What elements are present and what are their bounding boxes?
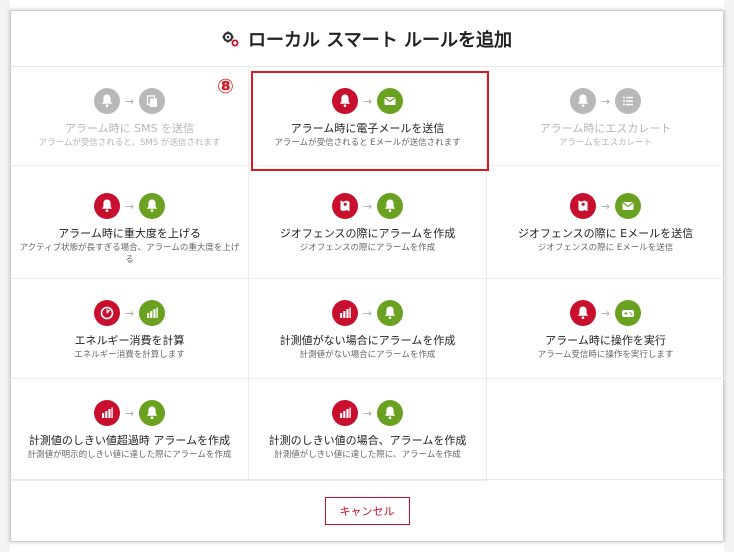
dialog-title: ローカル スマート ルールを追加 — [248, 29, 512, 51]
rule-description: ジオフェンスの際に Eメールを送信 — [537, 243, 674, 253]
rule-title: 計測値のしきい値超過時 アラームを作成 — [28, 434, 231, 447]
rule-description: 計測値がしきい値に達した際に、アラームを作成 — [274, 450, 461, 460]
rule-title: ジオフェンスの際に Eメールを送信 — [517, 227, 694, 240]
arrow-right-icon: → — [362, 306, 373, 320]
rule-title: アラーム時に重大度を上げる — [58, 227, 201, 240]
rule-icons: → — [249, 399, 486, 427]
arrow-right-icon: → — [124, 306, 135, 320]
bell-icon — [139, 193, 166, 219]
rule-title: 計測値がない場合にアラームを作成 — [279, 334, 456, 347]
rule-card[interactable]: → エネルギー消費を計算 エネルギー消費を計算します — [11, 279, 249, 379]
rule-title: アラーム時に操作を実行 — [545, 334, 666, 347]
gamepad-icon — [615, 300, 642, 326]
rule-description: 計測値がない場合にアラームを作成 — [299, 350, 436, 360]
rule-icons: → — [11, 399, 248, 427]
backdrop-right — [724, 0, 734, 552]
rule-title: アラーム時にエスカレート — [539, 122, 672, 135]
arrow-right-icon: → — [600, 199, 611, 213]
arrow-right-icon: → — [600, 94, 611, 108]
rule-description: アクティブ状態が長すぎる場合、アラームの重大度を上げる — [19, 243, 240, 265]
rule-card[interactable]: → アラーム時に操作を実行 アラーム受信時に操作を実行します — [487, 279, 725, 379]
gauge-icon — [93, 300, 120, 326]
rule-card[interactable]: → 計測値のしきい値超過時 アラームを作成 計測値が明示的しきい値に達した際にアラー… — [11, 379, 249, 481]
gears-icon — [222, 31, 239, 46]
rule-card[interactable]: → ジオフェンスの際にアラームを作成 ジオフェンスの際にアラームを作成 — [249, 166, 487, 279]
rule-description: 計測値が明示的しきい値に達した際にアラームを作成 — [27, 450, 232, 460]
rule-icons: → — [487, 192, 724, 220]
rule-title: エネルギー消費を計算 — [74, 334, 185, 347]
rule-description: アラームをエスカレート — [558, 138, 653, 148]
rule-icons: → — [249, 299, 486, 327]
rule-description: アラーム受信時に操作を実行します — [537, 350, 674, 360]
bell-icon — [93, 88, 120, 114]
rule-card[interactable]: → アラーム時に重大度を上げるアクティブ状態が長すぎる場合、アラームの重大度を上げ… — [11, 166, 249, 279]
arrow-right-icon: → — [600, 306, 611, 320]
arrow-right-icon: → — [124, 94, 135, 108]
rule-card[interactable]: → アラーム時に SMS を送信アラームが受信されると、SMS が送信されます — [11, 67, 249, 166]
arrow-right-icon: → — [124, 199, 135, 213]
bell-icon — [93, 193, 120, 219]
bell-icon — [569, 88, 596, 114]
cancel-button[interactable]: キャンセル — [324, 496, 410, 525]
envelope-icon — [615, 193, 642, 219]
chart-icon — [139, 300, 166, 326]
arrow-right-icon: → — [362, 406, 373, 420]
rule-card[interactable]: → 計測のしきい値の場合、アラームを作成 計測値がしきい値に達した際に、アラームを作… — [249, 379, 487, 481]
rule-title: 計測のしきい値の場合、アラームを作成 — [268, 434, 467, 447]
chart-icon — [331, 400, 358, 426]
geofence-icon — [569, 193, 596, 219]
bell-icon — [377, 300, 404, 326]
arrow-right-icon: → — [362, 199, 373, 213]
chart-icon — [93, 400, 120, 426]
rule-card[interactable]: → 計測値がない場合にアラームを作成 計測値がない場合にアラームを作成 — [249, 279, 487, 379]
bell-icon — [569, 300, 596, 326]
rule-title: ジオフェンスの際にアラームを作成 — [279, 227, 456, 240]
arrow-right-icon: → — [124, 406, 135, 420]
rule-description: アラームが受信されると、SMS が送信されます — [38, 138, 221, 148]
add-smart-rule-dialog: ローカル スマート ルールを追加 → アラーム時に SMS を送信アラームが受信さ… — [10, 10, 725, 542]
chart-icon — [331, 300, 358, 326]
backdrop-left — [0, 0, 10, 552]
rule-icons: → — [249, 192, 486, 220]
bell-icon — [377, 400, 404, 426]
rule-icons: → — [11, 87, 248, 115]
dialog-footer: キャンセル — [11, 479, 723, 541]
geofence-icon — [331, 193, 358, 219]
copy-icon — [139, 88, 166, 114]
rule-icons: → — [11, 192, 248, 220]
rule-icons: → — [487, 87, 724, 115]
rule-description: エネルギー消費を計算します — [74, 350, 185, 360]
bell-icon — [139, 400, 166, 426]
bell-icon — [377, 193, 404, 219]
dialog-header: ローカル スマート ルールを追加 — [11, 11, 723, 67]
list-icon — [615, 88, 642, 114]
rule-icons: → — [11, 299, 248, 327]
rule-card[interactable]: → ジオフェンスの際に Eメールを送信 ジオフェンスの際に Eメールを送信 — [487, 166, 725, 279]
rule-icons: → — [487, 299, 724, 327]
rule-title: アラーム時に SMS を送信 — [64, 122, 195, 135]
selection-highlight — [251, 71, 489, 171]
rule-description: ジオフェンスの際にアラームを作成 — [299, 243, 436, 253]
rule-card[interactable]: → アラーム時にエスカレート アラームをエスカレート — [487, 67, 725, 166]
step-marker: ⑧ — [217, 74, 234, 98]
